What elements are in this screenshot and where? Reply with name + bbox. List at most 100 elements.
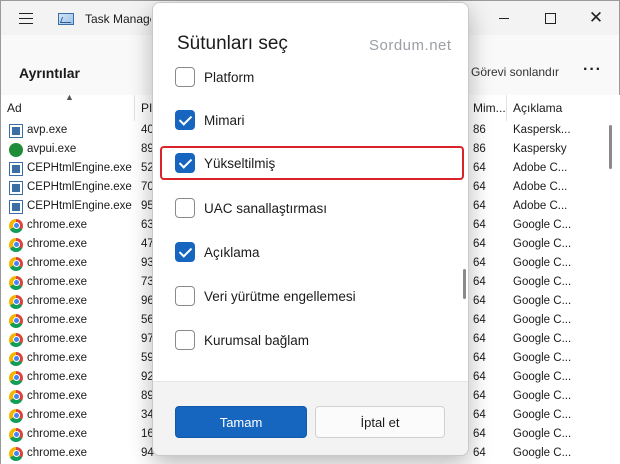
checkbox-uac-virtualization[interactable] [175,198,195,218]
process-name-cell: chrome.exe [9,349,133,368]
chrome-icon [9,313,23,328]
cancel-button[interactable]: İptal et [315,406,445,438]
architecture-cell: 86 [473,124,486,136]
architecture-cell: 64 [473,352,486,364]
highlight-annotation [160,146,464,180]
option-description[interactable]: Açıklama [175,240,445,264]
process-name-cell: CEPHtmlEngine.exe [9,178,133,197]
process-name: chrome.exe [27,409,88,421]
process-name-cell: chrome.exe [9,406,133,425]
process-name-cell: chrome.exe [9,387,133,406]
description-cell: Kaspersky [513,143,567,155]
process-name: chrome.exe [27,333,88,345]
option-architecture[interactable]: Mimari [175,108,445,132]
application-icon [9,199,23,214]
chrome-icon [9,370,23,385]
checkbox-platform[interactable] [175,67,195,87]
architecture-cell: 64 [473,428,486,440]
process-name: chrome.exe [27,219,88,231]
description-cell: Google C... [513,447,572,459]
option-label: Açıklama [204,244,260,260]
description-cell: Google C... [513,276,572,288]
checkbox-enterprise-context[interactable] [175,330,195,350]
process-name-cell: avp.exe [9,121,133,140]
chrome-icon [9,446,23,461]
ok-button[interactable]: Tamam [175,406,307,438]
process-name: avp.exe [27,124,68,136]
architecture-cell: 64 [473,295,486,307]
dialog-title: Sütunları seç [177,33,288,54]
process-name-cell: chrome.exe [9,254,133,273]
process-name: chrome.exe [27,447,88,459]
description-cell: Google C... [513,409,572,421]
process-name: chrome.exe [27,295,88,307]
process-name-cell: chrome.exe [9,425,133,444]
minimize-button[interactable] [481,1,527,35]
process-name-cell: chrome.exe [9,311,133,330]
option-platform[interactable]: Platform [175,65,445,89]
option-uac-virtualization[interactable]: UAC sanallaştırması [175,196,445,220]
option-enterprise-context[interactable]: Kurumsal bağlam [175,328,445,352]
maximize-button[interactable] [527,1,573,35]
chrome-icon [9,427,23,442]
process-name-cell: chrome.exe [9,368,133,387]
process-name: chrome.exe [27,371,88,383]
checkbox-description[interactable] [175,242,195,262]
architecture-cell: 64 [473,200,486,212]
table-scrollbar[interactable] [609,125,612,169]
chrome-icon [9,218,23,233]
chrome-icon [9,389,23,404]
task-manager-app-icon [58,13,74,25]
dialog-footer: Tamam İptal et [153,381,468,455]
process-name-cell: chrome.exe [9,444,133,463]
architecture-cell: 64 [473,162,486,174]
architecture-cell: 86 [473,143,486,155]
process-name-cell: chrome.exe [9,216,133,235]
column-header-description[interactable]: Açıklama [507,95,607,121]
process-name-cell: chrome.exe [9,292,133,311]
chrome-icon [9,294,23,309]
end-task-button[interactable]: Görevi sonlandır [471,65,559,79]
process-name: avpui.exe [27,143,77,155]
process-name: chrome.exe [27,390,88,402]
column-header-name[interactable]: ▲ Ad [1,92,135,121]
option-label: Kurumsal bağlam [204,332,310,348]
option-data-execution-prevention[interactable]: Veri yürütme engellemesi [175,284,445,308]
process-name: CEPHtmlEngine.exe [27,162,132,174]
kaspersky-icon [9,142,23,157]
architecture-cell: 64 [473,314,486,326]
description-cell: Adobe C... [513,200,568,212]
description-cell: Google C... [513,295,572,307]
architecture-cell: 64 [473,276,486,288]
checkbox-data-execution-prevention[interactable] [175,286,195,306]
dialog-scrollbar[interactable] [463,269,466,299]
chrome-icon [9,275,23,290]
option-label: Platform [204,69,255,85]
dialog-body: Sütunları seç Sordum.net Platform Mimari… [153,3,468,381]
column-header-architecture[interactable]: Mim... [467,95,507,121]
hamburger-menu-icon[interactable] [19,13,33,24]
process-name: chrome.exe [27,276,88,288]
architecture-cell: 64 [473,409,486,421]
sort-ascending-icon: ▲ [65,92,74,102]
architecture-cell: 64 [473,181,486,193]
process-name: chrome.exe [27,238,88,250]
option-label: Veri yürütme engellemesi [204,288,356,304]
chrome-icon [9,332,23,347]
process-name-cell: CEPHtmlEngine.exe [9,159,133,178]
page-title: Ayrıntılar [19,65,80,81]
chrome-icon [9,408,23,423]
more-options-icon[interactable]: ··· [583,61,602,79]
close-button[interactable]: ✕ [573,1,619,35]
chrome-icon [9,351,23,366]
description-cell: Google C... [513,314,572,326]
watermark: Sordum.net [369,37,452,54]
architecture-cell: 64 [473,371,486,383]
chrome-icon [9,237,23,252]
architecture-cell: 64 [473,390,486,402]
description-cell: Adobe C... [513,162,568,174]
select-columns-dialog: Sütunları seç Sordum.net Platform Mimari… [152,2,469,456]
window-title: Task Manage [85,12,151,26]
checkbox-architecture[interactable] [175,110,195,130]
process-name: chrome.exe [27,352,88,364]
